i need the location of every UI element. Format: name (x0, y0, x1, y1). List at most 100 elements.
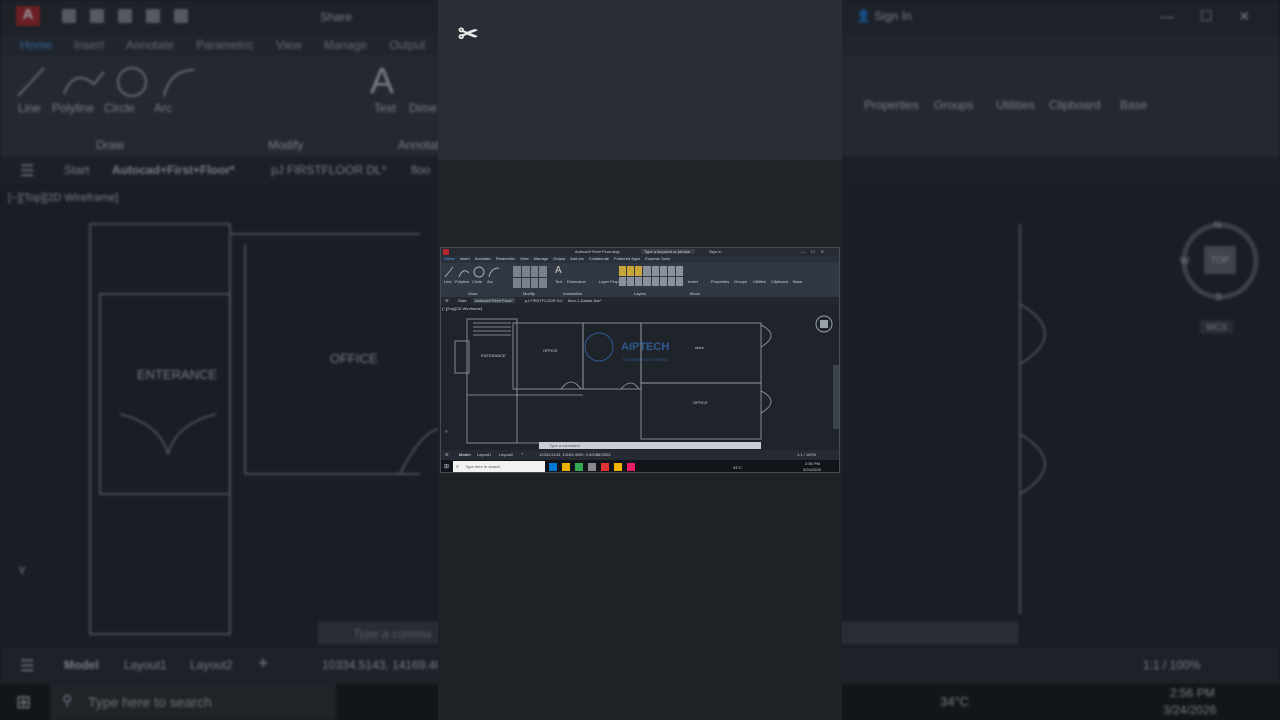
inner-search-box[interactable]: Type a keyword or phrase (641, 249, 695, 254)
autocad-task-icon[interactable] (601, 463, 609, 471)
clock-time[interactable]: 2:56 PM (1170, 686, 1215, 700)
inner-clock-time[interactable]: 2:56 PM (805, 461, 820, 466)
tab-insert[interactable]: Insert (74, 38, 104, 52)
inner-tab-manage[interactable]: Manage (534, 256, 548, 263)
inner-tab-featured[interactable]: Featured Apps (614, 256, 640, 263)
inner-tab-addins[interactable]: Add-ins (570, 256, 584, 263)
line-tool[interactable]: Line (18, 101, 41, 115)
windows-start-icon[interactable]: ⊞ (16, 692, 31, 713)
file-tab-2[interactable]: pJ FIRSTFLOOR DL* (271, 163, 386, 177)
tab-home[interactable]: Home (20, 38, 52, 52)
saveas-icon[interactable] (146, 9, 160, 23)
edge-icon[interactable] (549, 463, 557, 471)
tab-annotate[interactable]: Annotate (126, 38, 174, 52)
quick-access-toolbar[interactable] (62, 9, 232, 23)
file-tab-start[interactable]: Start (64, 163, 89, 177)
inner-layout2-tab[interactable]: Layout2 (499, 452, 513, 457)
inner-tab-express[interactable]: Express Tools (645, 256, 670, 263)
save-icon[interactable] (118, 9, 132, 23)
tab-parametric[interactable]: Parametric (196, 38, 254, 52)
menu-icon[interactable]: ☰ (20, 161, 34, 181)
taskbar-search[interactable]: ⚲ Type here to search (50, 684, 336, 720)
inner-block-group[interactable]: Block (690, 291, 700, 296)
layout2-tab[interactable]: Layout2 (190, 658, 233, 672)
viewcube-top[interactable]: TOP (1204, 246, 1236, 274)
inner-file-tab-active[interactable]: Autocad+First+Floor* (473, 298, 515, 303)
tab-view[interactable]: View (276, 38, 302, 52)
inner-sign-in[interactable]: Sign In (709, 249, 721, 254)
inner-line-tool[interactable]: Line (444, 279, 452, 284)
inner-file-tab-2[interactable]: pJ FIRSTFLOOR DL* (525, 298, 563, 303)
inner-draw-group[interactable]: Draw (468, 291, 477, 296)
inner-clipboard-tool[interactable]: Clipboard (771, 279, 788, 284)
new-icon[interactable] (62, 9, 76, 23)
app-icon[interactable] (588, 463, 596, 471)
groups-tool[interactable]: Groups (934, 98, 973, 112)
utilities-tool[interactable]: Utilities (996, 98, 1035, 112)
window-controls[interactable]: —☐✕ (1160, 8, 1276, 25)
inner-polyline-tool[interactable]: Polyline (455, 279, 469, 284)
inner-taskbar-search[interactable]: ⚲ Type here to search (453, 461, 545, 472)
inner-model-indicator[interactable]: MODEL (597, 452, 611, 457)
pink-app-icon[interactable] (627, 463, 635, 471)
print-icon[interactable] (174, 9, 188, 23)
inner-tab-home[interactable]: Home (444, 256, 455, 263)
folder-icon[interactable] (562, 463, 570, 471)
inner-window-controls[interactable]: —☐✕ (801, 249, 830, 254)
tab-output[interactable]: Output (389, 38, 425, 52)
inner-file-tab-3[interactable]: floor-1-Dablar-line* (568, 298, 602, 303)
inner-modify-icons[interactable] (513, 266, 547, 288)
layout-menu-icon[interactable]: ☰ (20, 656, 34, 676)
inner-groups-tool[interactable]: Groups (734, 279, 747, 284)
inner-arc-tool[interactable]: Arc (487, 279, 493, 284)
chrome-icon[interactable] (575, 463, 583, 471)
modify-group-label[interactable]: Modify (268, 138, 303, 152)
inner-utilities-tool[interactable]: Utilities (753, 279, 766, 284)
inner-tab-parametric[interactable]: Parametric (496, 256, 515, 263)
inner-menu-icon[interactable]: ☰ (445, 298, 449, 303)
inner-taskbar-apps[interactable] (549, 463, 719, 471)
inner-properties-tool[interactable]: Properties (711, 279, 729, 284)
share-button[interactable]: Share (320, 10, 352, 24)
annotation-scale[interactable]: 1:1 / 100% (1143, 658, 1200, 672)
wcs-menu[interactable]: WCS (1200, 320, 1233, 334)
inner-add-layout-icon[interactable]: + (521, 451, 523, 456)
inner-tab-collaborate[interactable]: Collaborate (589, 256, 609, 263)
arc-tool[interactable]: Arc (154, 101, 172, 115)
annotation-group-label[interactable]: Annotat (398, 138, 439, 152)
properties-tool[interactable]: Properties (864, 98, 919, 112)
layout1-tab[interactable]: Layout1 (124, 658, 167, 672)
inner-text-tool[interactable]: Text (555, 279, 562, 284)
clock-date[interactable]: 3/24/2026 (1163, 703, 1216, 717)
tab-manage[interactable]: Manage (324, 38, 367, 52)
base-tool[interactable]: Base (1120, 98, 1147, 112)
inner-model-tab[interactable]: Model (459, 452, 471, 457)
draw-group-label[interactable]: Draw (96, 138, 124, 152)
inner-start-icon[interactable]: ⊞ (444, 463, 449, 470)
inner-layer-icons[interactable] (619, 266, 683, 286)
circle-tool[interactable]: Circle (104, 101, 135, 115)
inner-clock-date[interactable]: 3/24/2026 (803, 467, 821, 472)
model-tab[interactable]: Model (64, 658, 99, 672)
inner-layout-menu-icon[interactable]: ☰ (445, 452, 449, 457)
open-icon[interactable] (90, 9, 104, 23)
inner-tab-output[interactable]: Output (553, 256, 565, 263)
polyline-tool[interactable]: Polyline (52, 101, 94, 115)
inner-layout1-tab[interactable]: Layout1 (477, 452, 491, 457)
inner-insert-tool[interactable]: Insert (688, 279, 698, 284)
file-tab-3[interactable]: floo (411, 163, 430, 177)
sign-in-button[interactable]: 👤 Sign In (856, 9, 912, 23)
add-layout-icon[interactable]: + (258, 653, 269, 674)
inner-dimension-tool[interactable]: Dimension (567, 279, 586, 284)
inner-layers-group[interactable]: Layers (634, 291, 646, 296)
file-tab-active[interactable]: Autocad+First+Floor* (112, 163, 235, 177)
inner-canvas[interactable]: [−][Top][2D Wireframe] ENTERANCE OFFICE … (441, 305, 839, 450)
inner-file-tab-start[interactable]: Start (458, 298, 466, 303)
inner-tab-annotate[interactable]: Annotate (475, 256, 491, 263)
inner-tab-view[interactable]: View (520, 256, 529, 263)
clipboard-tool[interactable]: Clipboard (1049, 98, 1100, 112)
inner-tab-insert[interactable]: Insert (460, 256, 470, 263)
inner-command-line[interactable]: Type a command (539, 442, 761, 449)
inner-circle-tool[interactable]: Circle (472, 279, 482, 284)
inner-annotation-scale[interactable]: 1:1 / 100% (797, 452, 816, 457)
